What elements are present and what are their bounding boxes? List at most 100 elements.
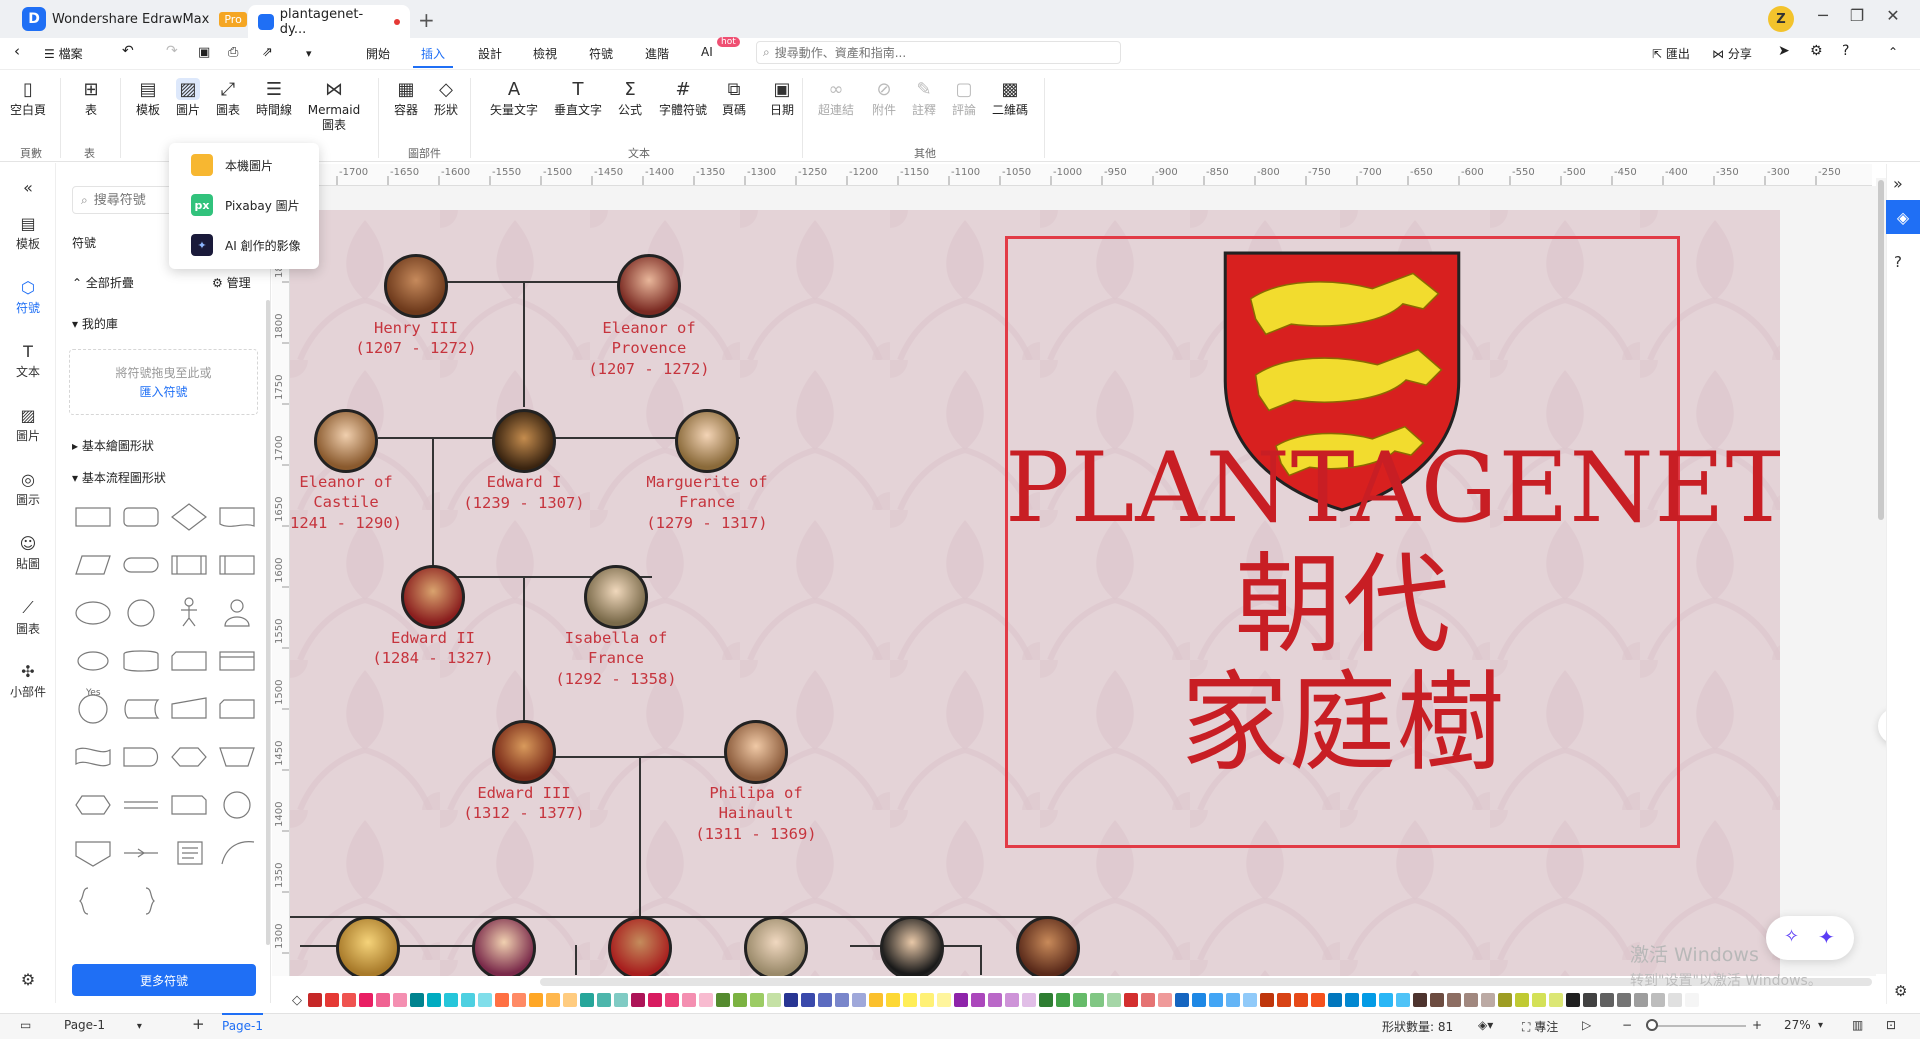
menu-item-pixabay[interactable]: px Pixabay 圖片 [191, 193, 300, 217]
page-select[interactable]: Page-1 ▾ [64, 1018, 142, 1032]
color-swatch[interactable] [801, 993, 815, 1007]
flowchart-shape[interactable] [127, 599, 155, 627]
color-swatch[interactable] [1243, 993, 1257, 1007]
flowchart-shape[interactable] [219, 555, 255, 575]
color-swatch[interactable] [971, 993, 985, 1007]
tab-symbols[interactable]: 符號 [589, 45, 613, 62]
close-icon[interactable]: ✕ [1878, 6, 1908, 25]
color-swatch[interactable] [1566, 993, 1580, 1007]
rail-widget[interactable]: ✣ 小部件 [0, 662, 56, 700]
person-years-eleanor-castile[interactable]: 1241 - 1290) [290, 513, 416, 533]
basic-shapes-header[interactable]: ▸ 基本繪圖形狀 [72, 437, 154, 454]
color-swatch[interactable] [835, 993, 849, 1007]
right-settings-icon[interactable]: ⚙ [1894, 982, 1907, 1000]
color-swatch[interactable] [767, 993, 781, 1007]
person-years-isabella-france[interactable]: (1292 - 1358) [516, 669, 716, 689]
rail-sticker[interactable]: ☺ 貼圖 [0, 534, 56, 572]
ribbon-button-comment[interactable]: ▢ 評論 [942, 78, 986, 118]
color-swatch[interactable] [1600, 993, 1614, 1007]
color-swatch[interactable] [1192, 993, 1206, 1007]
focus-button[interactable]: ⛶ 專注 [1522, 1018, 1558, 1035]
command-search-input[interactable] [774, 45, 1095, 60]
color-swatch[interactable] [988, 993, 1002, 1007]
person-name-eleanor-provence[interactable]: Eleanor of Provence [549, 318, 749, 358]
rail-settings-icon[interactable]: ⚙ [0, 970, 56, 989]
flowchart-shape[interactable] [171, 747, 207, 767]
menu-item-ai-image[interactable]: ✦ AI 創作的影像 [191, 233, 301, 257]
collapse-ribbon-icon[interactable]: ⌃ [1888, 45, 1898, 59]
title-chinese-dynasty[interactable]: 朝代 [1005, 550, 1680, 662]
color-swatch[interactable] [342, 993, 356, 1007]
menu-item-local-image[interactable]: 本機圖片 [191, 153, 273, 177]
person-years-edward-i[interactable]: (1239 - 1307) [434, 493, 614, 513]
portrait-edward-i[interactable] [492, 409, 556, 473]
color-swatch[interactable] [410, 993, 424, 1007]
undo-icon[interactable]: ↶ [122, 43, 134, 59]
ribbon-button-timeline[interactable]: ☰ 時間線 [252, 78, 296, 118]
flowchart-shape[interactable] [75, 795, 111, 815]
color-swatch[interactable] [631, 993, 645, 1007]
ribbon-button-template[interactable]: ▤ 模板 [126, 78, 170, 118]
flowchart-shape[interactable] [171, 555, 207, 575]
import-symbols-link[interactable]: 匯入符號 [70, 383, 257, 402]
color-swatch[interactable] [495, 993, 509, 1007]
color-swatch[interactable] [1464, 993, 1478, 1007]
redo-icon[interactable]: ↷ [166, 43, 178, 59]
color-swatch[interactable] [393, 993, 407, 1007]
color-swatch[interactable] [818, 993, 832, 1007]
color-swatch[interactable] [903, 993, 917, 1007]
color-swatch[interactable] [1498, 993, 1512, 1007]
color-swatch[interactable] [1515, 993, 1529, 1007]
color-swatch[interactable] [478, 993, 492, 1007]
play-icon[interactable]: ▷ [1582, 1018, 1591, 1032]
ribbon-button-blank-page[interactable]: ▯ 空白頁 [6, 78, 50, 118]
person-name-edward-iii[interactable]: Edward III [434, 783, 614, 803]
color-swatch[interactable] [784, 993, 798, 1007]
flowchart-shape[interactable] [145, 887, 155, 915]
color-swatch[interactable] [733, 993, 747, 1007]
share-button[interactable]: ⋈ 分享 [1712, 45, 1752, 62]
library-drop-zone[interactable]: 將符號拖曳至此或 匯入符號 [69, 349, 258, 415]
person-name-isabella-france[interactable]: Isabella of France [516, 628, 716, 668]
flowchart-shape[interactable] [78, 694, 108, 724]
document-tab[interactable]: plantagenet-dy... [248, 5, 410, 38]
flowchart-shape[interactable] [177, 841, 203, 865]
person-name-henry-iii[interactable]: Henry III [326, 318, 506, 338]
manage-button[interactable]: ⚙ 管理 [212, 274, 251, 291]
color-swatch[interactable] [665, 993, 679, 1007]
flowchart-shape[interactable] [224, 599, 250, 627]
tab-insert[interactable]: 插入 [421, 45, 445, 62]
color-swatch[interactable] [1073, 993, 1087, 1007]
flowchart-shape[interactable] [124, 801, 158, 809]
flowchart-shape[interactable] [221, 841, 255, 865]
flowchart-shapes-header[interactable]: ▾ 基本流程圖形狀 [72, 469, 166, 486]
minimize-icon[interactable]: ─ [1808, 6, 1838, 25]
flowchart-shape[interactable] [79, 887, 89, 915]
send-icon[interactable]: ➤ [1778, 43, 1790, 59]
portrait-child-4[interactable] [744, 916, 808, 976]
color-swatch[interactable] [750, 993, 764, 1007]
expand-right-panel-icon[interactable]: » [1893, 174, 1903, 193]
export-quick-icon[interactable]: ⇗ [262, 45, 273, 60]
flowchart-shape[interactable] [219, 699, 255, 719]
portrait-edward-iii[interactable] [492, 720, 556, 784]
title-english[interactable]: PLANTAGENET [1005, 438, 1780, 538]
portrait-child-5[interactable] [880, 916, 944, 976]
fill-bucket-icon[interactable]: ◇ [292, 993, 302, 1008]
ribbon-button-qrcode[interactable]: ▩ 二維碼 [988, 78, 1032, 118]
color-swatch[interactable] [512, 993, 526, 1007]
layers-icon[interactable]: ◈▾ [1478, 1018, 1493, 1032]
person-years-edward-iii[interactable]: (1312 - 1377) [434, 803, 614, 823]
flowchart-shape[interactable] [75, 841, 111, 867]
flowchart-shape[interactable] [181, 597, 197, 627]
person-years-eleanor-provence[interactable]: (1207 - 1272) [549, 359, 749, 379]
ribbon-button-container[interactable]: ▦ 容器 [384, 78, 428, 118]
flowchart-shape[interactable] [75, 507, 111, 527]
person-name-marguerite-france[interactable]: Marguerite of France [607, 472, 807, 512]
color-swatch[interactable] [852, 993, 866, 1007]
book-view-icon[interactable]: ▥ [1852, 1018, 1863, 1032]
zoom-out-icon[interactable]: − [1622, 1018, 1632, 1032]
flowchart-shape[interactable] [123, 557, 159, 573]
flowchart-shape[interactable] [75, 601, 111, 625]
color-swatch[interactable] [1277, 993, 1291, 1007]
